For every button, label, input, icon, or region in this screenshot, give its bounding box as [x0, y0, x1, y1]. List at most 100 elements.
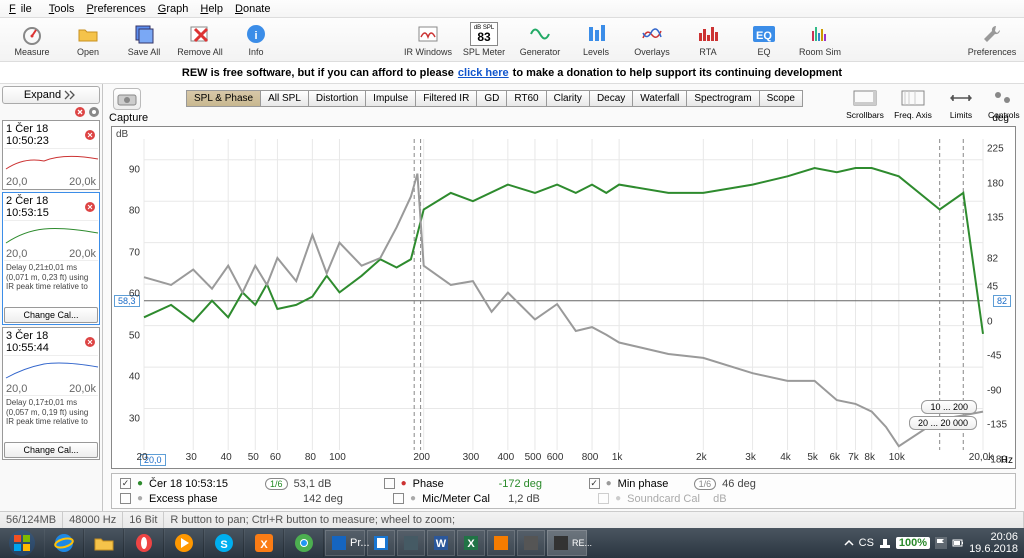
tab-distortion[interactable]: Distortion: [308, 90, 365, 107]
info-button[interactable]: i Info: [230, 20, 282, 60]
tray-network-icon[interactable]: [879, 537, 891, 549]
overlays-button[interactable]: Overlays: [626, 20, 678, 60]
donate-text-pre: REW is free software, but if you can aff…: [182, 67, 454, 79]
tab-waterfall[interactable]: Waterfall: [632, 90, 686, 107]
scrollbars-toggle[interactable]: Scrollbars: [844, 88, 886, 120]
removeall-button[interactable]: Remove All: [174, 20, 226, 60]
tab-rt60[interactable]: RT60: [506, 90, 545, 107]
chart-legend: ● Čer 18 10:53:15 1/6 53,1 dB ● Phase -1…: [111, 473, 1016, 509]
limits-button[interactable]: Limits: [940, 88, 982, 120]
task-opera[interactable]: [124, 529, 164, 557]
task-explorer[interactable]: [84, 529, 124, 557]
expand-button[interactable]: Expand: [2, 86, 100, 104]
close-icon[interactable]: [84, 336, 96, 348]
tray-lang[interactable]: CS: [859, 537, 874, 549]
menu-file[interactable]: File: [4, 2, 42, 16]
task-ie[interactable]: [44, 529, 84, 557]
task-wmp[interactable]: [164, 529, 204, 557]
limits-icon: [947, 88, 975, 108]
splmeter-icon: dB SPL 83: [470, 22, 498, 46]
splmeter-button[interactable]: dB SPL 83 SPL Meter: [458, 20, 510, 60]
legend-excess-checkbox[interactable]: [120, 493, 131, 504]
task-app-4[interactable]: W: [427, 530, 455, 556]
tray-battery-icon[interactable]: [952, 537, 964, 549]
task-app-7[interactable]: [517, 530, 545, 556]
eq-button[interactable]: EQ EQ: [738, 20, 790, 60]
task-app-5[interactable]: X: [457, 530, 485, 556]
task-app-8[interactable]: RE...: [547, 530, 587, 556]
capture-button[interactable]: Capture: [109, 88, 145, 124]
rta-button[interactable]: RTA: [682, 20, 734, 60]
y2-axis-label: deg: [992, 113, 1009, 124]
task-app-3[interactable]: [397, 530, 425, 556]
measurement-thumb[interactable]: 2 Čer 18 10:53:15 20,020,0k Delay 0,21±0…: [2, 192, 100, 325]
range-box-2[interactable]: 20 ... 20 000: [909, 416, 977, 430]
menu-preferences[interactable]: Preferences: [81, 2, 150, 16]
irwindows-button[interactable]: IR Windows: [402, 20, 454, 60]
tab-all-spl[interactable]: All SPL: [260, 90, 308, 107]
open-button[interactable]: Open: [62, 20, 114, 60]
start-button[interactable]: [0, 528, 44, 558]
svg-text:i: i: [254, 30, 257, 42]
measurement-thumb[interactable]: 3 Čer 18 10:55:44 20,020,0k Delay 0,17±0…: [2, 327, 100, 460]
tab-clarity[interactable]: Clarity: [546, 90, 589, 107]
main-area: Expand 1 Čer 18 10:50:23 20,020,0k 2 Čer…: [0, 84, 1024, 511]
levels-button[interactable]: Levels: [570, 20, 622, 60]
freqaxis-toggle[interactable]: Freq. Axis: [892, 88, 934, 120]
change-cal-button[interactable]: Change Cal...: [4, 442, 98, 458]
system-tray: CS 100% 20:0619.6.2018: [838, 528, 1024, 558]
measure-button[interactable]: Measure: [6, 20, 58, 60]
donate-link[interactable]: click here: [458, 67, 509, 79]
change-cal-button[interactable]: Change Cal...: [4, 307, 98, 323]
tab-gd[interactable]: GD: [476, 90, 506, 107]
legend-minphase-checkbox[interactable]: [589, 478, 600, 489]
legend-spl-checkbox[interactable]: [120, 478, 131, 489]
preferences-button[interactable]: Preferences: [966, 20, 1018, 60]
gear-icon[interactable]: [88, 106, 100, 118]
roomsim-button[interactable]: Room Sim: [794, 20, 846, 60]
legend-smooth[interactable]: 1/6: [265, 478, 288, 490]
tray-chevron-icon[interactable]: [844, 538, 854, 548]
task-app-1[interactable]: Pr...: [325, 530, 365, 556]
task-app-6[interactable]: [487, 530, 515, 556]
tab-scope[interactable]: Scope: [759, 90, 803, 107]
menu-graph[interactable]: Graph: [153, 2, 194, 16]
close-icon[interactable]: [74, 106, 86, 118]
folder-open-icon: [76, 22, 100, 46]
wrench-icon: [980, 22, 1004, 46]
donate-text-post: to make a donation to help support its c…: [513, 67, 842, 79]
legend-phase-checkbox[interactable]: [384, 478, 395, 489]
tab-impulse[interactable]: Impulse: [365, 90, 415, 107]
task-chrome[interactable]: [284, 529, 324, 557]
tab-spl-phase[interactable]: SPL & Phase: [186, 90, 260, 107]
svg-text:X: X: [467, 538, 475, 550]
close-icon[interactable]: [84, 201, 96, 213]
tab-filtered-ir[interactable]: Filtered IR: [415, 90, 476, 107]
legend-miccal-checkbox[interactable]: [393, 493, 404, 504]
range-box-1[interactable]: 10 ... 200: [921, 400, 977, 414]
task-xampp[interactable]: X: [244, 529, 284, 557]
tray-flag-icon[interactable]: [935, 537, 947, 549]
menu-tools[interactable]: Tools: [44, 2, 80, 16]
spl-phase-chart[interactable]: dB deg 58,3 82 20,0 10 ... 200 20 ... 20…: [111, 126, 1016, 469]
measurement-thumb[interactable]: 1 Čer 18 10:50:23 20,020,0k: [2, 120, 100, 190]
x-unit-label: Hz: [1001, 455, 1013, 466]
tab-decay[interactable]: Decay: [589, 90, 632, 107]
levels-icon: [584, 22, 608, 46]
task-app-2[interactable]: [367, 530, 395, 556]
tab-spectrogram[interactable]: Spectrogram: [686, 90, 758, 107]
generator-button[interactable]: Generator: [514, 20, 566, 60]
menu-help[interactable]: Help: [195, 2, 228, 16]
tray-volume[interactable]: 100%: [896, 537, 930, 549]
menu-donate[interactable]: Donate: [230, 2, 275, 16]
tray-clock[interactable]: 20:0619.6.2018: [969, 531, 1018, 555]
rta-icon: [696, 22, 720, 46]
saveall-button[interactable]: Save All: [118, 20, 170, 60]
task-skype[interactable]: S: [204, 529, 244, 557]
camera-icon: [113, 88, 141, 110]
close-icon[interactable]: [84, 129, 96, 141]
status-bitdepth: 16 Bit: [123, 512, 164, 528]
chevron-double-right-icon: [64, 90, 78, 100]
controls-icon: [989, 88, 1017, 108]
svg-text:X: X: [260, 539, 268, 551]
